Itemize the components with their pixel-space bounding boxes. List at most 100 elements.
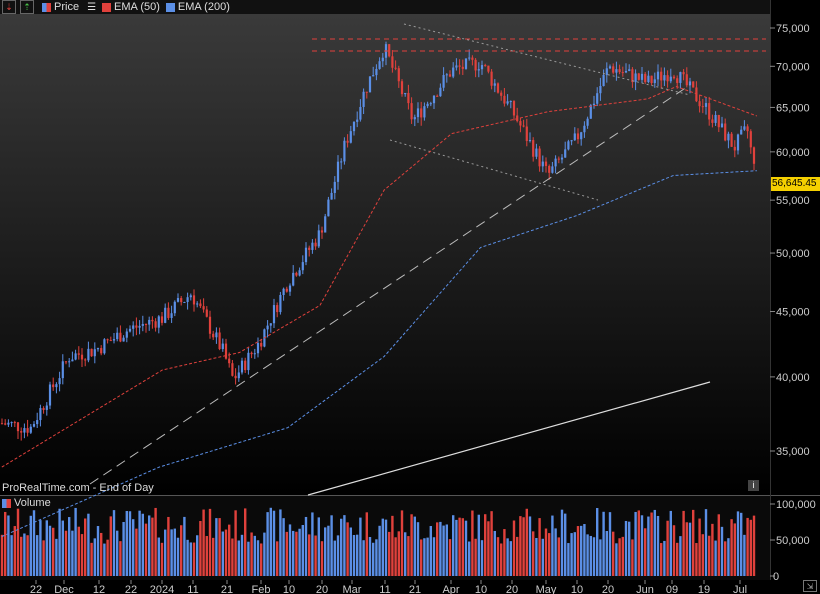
volume-bar — [615, 543, 618, 576]
volume-bar — [599, 539, 602, 576]
candle-body — [663, 75, 666, 81]
candle-body — [266, 325, 269, 330]
candle-body — [36, 420, 39, 425]
candle-body — [400, 81, 404, 95]
volume-bar — [276, 541, 279, 576]
volume-bar — [164, 529, 167, 576]
candle-body — [93, 349, 96, 357]
volume-swatch — [2, 498, 11, 508]
candle-body — [288, 285, 292, 292]
volume-bar — [250, 532, 253, 576]
candle-body — [426, 103, 429, 107]
candle-body — [679, 72, 682, 83]
time-tick-label: 10 — [283, 584, 295, 594]
volume-legend-label[interactable]: Volume — [14, 497, 51, 509]
time-tick-label: May — [536, 584, 557, 594]
price-chart[interactable]: 35,000 40,000 45,000 50,000 55,000 60,000 65,0… — [0, 0, 820, 594]
time-tick-label: 19 — [698, 584, 710, 594]
candle-body — [660, 71, 663, 81]
candle-body — [228, 358, 231, 364]
volume-bar — [490, 511, 493, 576]
volume-bar — [80, 534, 84, 576]
volume-bar — [327, 525, 330, 576]
ema200-legend-label[interactable]: EMA (200) — [178, 1, 230, 13]
candle-body — [743, 126, 746, 130]
candle-body — [176, 298, 180, 302]
volume-bar — [266, 512, 269, 576]
volume-bar — [346, 522, 349, 576]
volume-bar — [701, 534, 704, 576]
volume-bar — [714, 540, 717, 576]
watermark: ProRealTime.com - End of Day — [2, 482, 154, 494]
candle-body — [189, 295, 192, 298]
candle-body — [640, 73, 644, 80]
candle-body — [538, 148, 541, 167]
volume-bar — [212, 537, 215, 576]
candle-body — [45, 405, 48, 410]
volume-bar — [637, 510, 640, 576]
candle-body — [506, 101, 509, 104]
volume-bar — [45, 520, 48, 576]
volume-bar — [724, 541, 727, 576]
volume-bar — [55, 538, 58, 576]
volume-bar — [48, 525, 52, 576]
candle-body — [298, 270, 301, 276]
candle-body — [13, 422, 16, 424]
candle-body — [634, 73, 637, 83]
candle-body — [615, 69, 618, 73]
volume-bar — [39, 520, 42, 576]
price-tick-label: 65,000 — [776, 102, 810, 114]
candle-body — [420, 108, 423, 118]
down-arrow-icon[interactable]: ⇣ — [2, 0, 16, 14]
candle-body — [503, 95, 506, 104]
volume-bar — [634, 511, 637, 576]
candle-body — [682, 72, 685, 75]
candle-body — [586, 118, 589, 126]
up-arrow-icon[interactable]: ⇡ — [20, 0, 34, 14]
volume-bar — [682, 510, 685, 576]
candle-body — [628, 69, 631, 71]
menu-icon[interactable]: ☰ — [87, 2, 96, 13]
volume-bar — [301, 525, 304, 576]
volume-bar — [314, 535, 317, 576]
candle-body — [647, 75, 650, 83]
volume-bar — [519, 516, 522, 576]
volume-bar — [256, 540, 260, 576]
volume-bar — [711, 523, 714, 576]
volume-bar — [416, 522, 420, 576]
volume-bar — [576, 526, 580, 576]
volume-bar — [628, 521, 631, 576]
info-icon[interactable]: i — [748, 480, 759, 491]
time-tick-label: 20 — [602, 584, 614, 594]
volume-legend: Volume — [0, 497, 51, 509]
candle-body — [484, 65, 487, 67]
volume-bar — [157, 537, 160, 576]
volume-bar — [541, 538, 544, 576]
price-legend-label[interactable]: Price — [54, 1, 79, 13]
time-tick-label: 21 — [409, 584, 421, 594]
volume-bar — [567, 543, 570, 576]
candle-body — [218, 332, 221, 350]
price-tick-label: 45,000 — [776, 307, 810, 319]
volume-bar — [400, 510, 404, 576]
expand-icon[interactable]: ⇲ — [803, 580, 817, 592]
candle-body — [205, 309, 208, 317]
volume-bar — [122, 521, 125, 576]
price-tick-label: 35,000 — [776, 446, 810, 458]
volume-bar — [692, 509, 695, 576]
candle-body — [109, 340, 112, 342]
volume-bar — [544, 528, 548, 576]
candle-body — [122, 337, 125, 342]
volume-bar — [733, 523, 736, 576]
ema50-legend-label[interactable]: EMA (50) — [114, 1, 160, 13]
time-axis: 22 Dec 12 22 2024 11 21 Feb 10 20 Mar 11 21 Apr 10 20 Ma… — [30, 580, 747, 594]
volume-bar — [359, 517, 362, 576]
candle-body — [215, 332, 218, 338]
candle-body — [340, 161, 343, 163]
volume-bar — [20, 536, 23, 576]
volume-bar — [224, 529, 228, 576]
volume-bar — [580, 525, 583, 576]
candle-body — [333, 181, 336, 193]
ema200-swatch — [165, 2, 175, 12]
volume-bar — [752, 515, 756, 576]
